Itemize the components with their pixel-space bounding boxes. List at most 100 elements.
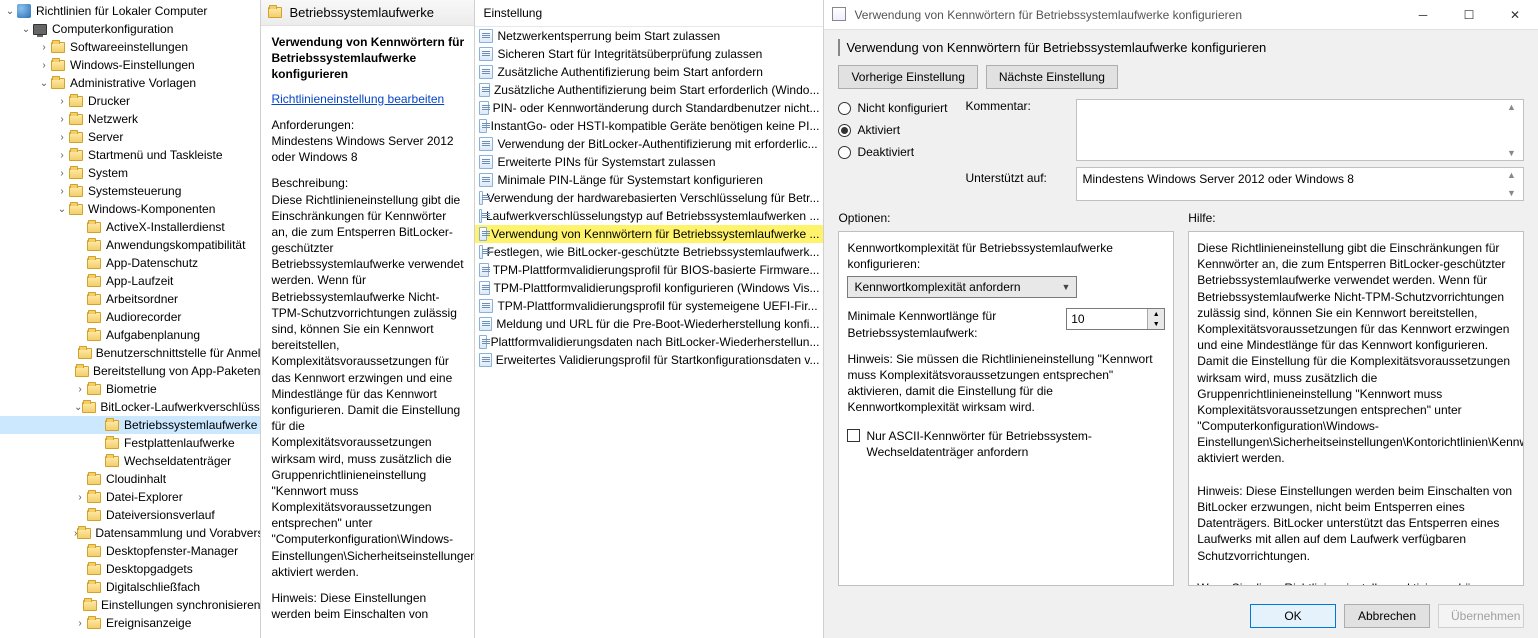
expand-icon[interactable]: › xyxy=(56,186,68,197)
scroll-up-icon[interactable]: ▲ xyxy=(1507,102,1521,112)
tree-item[interactable]: Dateiversionsverlauf xyxy=(0,506,260,524)
complexity-select[interactable]: Kennwortkomplexität anfordern ▼ xyxy=(847,276,1077,298)
tree-panel[interactable]: ⌄Richtlinien für Lokaler Computer⌄Comput… xyxy=(0,0,261,638)
spin-down-icon[interactable]: ▼ xyxy=(1148,319,1164,329)
tree-item[interactable]: App-Datenschutz xyxy=(0,254,260,272)
expand-icon[interactable]: › xyxy=(56,132,68,143)
minlen-field[interactable] xyxy=(1067,312,1147,326)
setting-item[interactable]: Festlegen, wie BitLocker-geschützte Betr… xyxy=(475,243,823,261)
radio-not-configured[interactable]: Nicht konfiguriert xyxy=(838,101,947,115)
tree-item[interactable]: Desktopfenster-Manager xyxy=(0,542,260,560)
expand-icon[interactable]: › xyxy=(38,60,50,71)
ascii-checkbox[interactable] xyxy=(847,429,860,442)
tree-item[interactable]: Wechseldatenträger xyxy=(0,452,260,470)
tree-item[interactable]: Digitalschließfach xyxy=(0,578,260,596)
ok-button[interactable]: OK xyxy=(1250,604,1336,628)
setting-item[interactable]: Verwendung von Kennwörtern für Betriebss… xyxy=(475,225,823,243)
tree-item[interactable]: ›Drucker xyxy=(0,92,260,110)
tree-item[interactable]: Audiorecorder xyxy=(0,308,260,326)
edit-policy-link[interactable]: Richtlinieneinstellung bearbeiten xyxy=(271,91,444,107)
tree-item[interactable]: ›Systemsteuerung xyxy=(0,182,260,200)
titlebar[interactable]: Verwendung von Kennwörtern für Betriebss… xyxy=(824,0,1538,30)
setting-item[interactable]: TPM-Plattformvalidierungsprofil konfigur… xyxy=(475,279,823,297)
expand-icon[interactable]: › xyxy=(56,114,68,125)
help-box[interactable]: Diese Richtlinieneinstellung gibt die Ei… xyxy=(1188,231,1524,586)
setting-item[interactable]: Zusätzliche Authentifizierung beim Start… xyxy=(475,81,823,99)
tree-item[interactable]: Arbeitsordner xyxy=(0,290,260,308)
radio-disabled[interactable]: Deaktiviert xyxy=(838,145,947,159)
setting-item[interactable]: Zusätzliche Authentifizierung beim Start… xyxy=(475,63,823,81)
apply-button[interactable]: Übernehmen xyxy=(1438,604,1524,628)
setting-item[interactable]: Verwendung der hardwarebasierten Verschl… xyxy=(475,189,823,207)
expand-icon[interactable]: ⌄ xyxy=(4,6,16,17)
expand-icon[interactable]: › xyxy=(38,42,50,53)
tree-item[interactable]: Aufgabenplanung xyxy=(0,326,260,344)
expand-icon[interactable]: › xyxy=(74,492,86,503)
tree-item[interactable]: ›Windows-Einstellungen xyxy=(0,56,260,74)
setting-item[interactable]: PIN- oder Kennwortänderung durch Standar… xyxy=(475,99,823,117)
setting-item[interactable]: Verwendung der BitLocker-Authentifizieru… xyxy=(475,135,823,153)
tree-item[interactable]: ⌄Windows-Komponenten xyxy=(0,200,260,218)
setting-item[interactable]: Laufwerkverschlüsselungstyp auf Betriebs… xyxy=(475,207,823,225)
cancel-button[interactable]: Abbrechen xyxy=(1344,604,1430,628)
expand-icon[interactable]: › xyxy=(74,384,86,395)
expand-icon[interactable]: ⌄ xyxy=(38,78,50,89)
tree-item[interactable]: ›Server xyxy=(0,128,260,146)
minlen-input[interactable]: ▲ ▼ xyxy=(1066,308,1165,330)
tree-item[interactable]: ⌄Richtlinien für Lokaler Computer xyxy=(0,2,260,20)
next-setting-button[interactable]: Nächste Einstellung xyxy=(986,65,1118,89)
setting-item[interactable]: Meldung und URL für die Pre-Boot-Wiederh… xyxy=(475,315,823,333)
tree-item[interactable]: ›Datensammlung und Vorabvers xyxy=(0,524,260,542)
tree-item[interactable]: ›Ereignisanzeige xyxy=(0,614,260,632)
expand-icon[interactable]: ⌄ xyxy=(56,204,68,215)
scroll-down-icon[interactable]: ▼ xyxy=(1507,148,1521,158)
tree-item[interactable]: ›Startmenü und Taskleiste xyxy=(0,146,260,164)
tree-item[interactable]: Desktopgadgets xyxy=(0,560,260,578)
tree-item[interactable]: ActiveX-Installerdienst xyxy=(0,218,260,236)
setting-item[interactable]: Erweitertes Validierungsprofil für Start… xyxy=(475,351,823,369)
expand-icon[interactable]: ⌄ xyxy=(74,402,82,413)
tree-item[interactable]: Benutzerschnittstelle für Anmel xyxy=(0,344,260,362)
settings-list-header[interactable]: Einstellung xyxy=(475,0,823,27)
tree-item[interactable]: ›Netzwerk xyxy=(0,110,260,128)
folder-icon xyxy=(267,6,283,20)
minimize-button[interactable]: ─ xyxy=(1400,0,1446,30)
tree-item[interactable]: ›Biometrie xyxy=(0,380,260,398)
expand-icon[interactable]: ⌄ xyxy=(20,24,32,35)
expand-icon[interactable]: › xyxy=(74,618,86,629)
tree-item[interactable]: ⌄Computerkonfiguration xyxy=(0,20,260,38)
tree-item[interactable]: App-Laufzeit xyxy=(0,272,260,290)
tree-item[interactable]: ⌄Administrative Vorlagen xyxy=(0,74,260,92)
radio-enabled[interactable]: Aktiviert xyxy=(838,123,947,137)
expand-icon[interactable]: › xyxy=(56,150,68,161)
previous-setting-button[interactable]: Vorherige Einstellung xyxy=(838,65,977,89)
comment-textarea[interactable]: ▲▼ xyxy=(1076,99,1525,161)
tree-item[interactable]: Anwendungskompatibilität xyxy=(0,236,260,254)
maximize-button[interactable]: ☐ xyxy=(1446,0,1492,30)
tree-item[interactable]: ›System xyxy=(0,164,260,182)
setting-item[interactable]: Plattformvalidierungsdaten nach BitLocke… xyxy=(475,333,823,351)
close-button[interactable]: ✕ xyxy=(1492,0,1538,30)
expand-icon[interactable]: › xyxy=(56,168,68,179)
setting-item[interactable]: Sicheren Start für Integritätsüberprüfun… xyxy=(475,45,823,63)
tree-item[interactable]: Betriebssystemlaufwerke xyxy=(0,416,260,434)
ascii-checkbox-row[interactable]: Nur ASCII-Kennwörter für Betriebssystem-… xyxy=(847,428,1165,460)
tree-item[interactable]: Cloudinhalt xyxy=(0,470,260,488)
setting-item[interactable]: TPM-Plattformvalidierungsprofil für syst… xyxy=(475,297,823,315)
setting-item[interactable]: Netzwerkentsperrung beim Start zulassen xyxy=(475,27,823,45)
tree-item[interactable]: Bereitstellung von App-Paketen xyxy=(0,362,260,380)
expand-icon[interactable]: › xyxy=(56,96,68,107)
tree-item[interactable]: ⌄BitLocker-Laufwerkverschlüssel xyxy=(0,398,260,416)
tree-item[interactable]: Festplattenlaufwerke xyxy=(0,434,260,452)
spin-up-icon[interactable]: ▲ xyxy=(1148,309,1164,319)
setting-item[interactable]: Erweiterte PINs für Systemstart zulassen xyxy=(475,153,823,171)
scroll-down-icon[interactable]: ▼ xyxy=(1507,188,1521,198)
setting-item[interactable]: InstantGo- oder HSTI-kompatible Geräte b… xyxy=(475,117,823,135)
tree-item[interactable]: ›Softwareeinstellungen xyxy=(0,38,260,56)
setting-item[interactable]: TPM-Plattformvalidierungsprofil für BIOS… xyxy=(475,261,823,279)
setting-item[interactable]: Minimale PIN-Länge für Systemstart konfi… xyxy=(475,171,823,189)
tree-item[interactable]: Einstellungen synchronisieren xyxy=(0,596,260,614)
tree-item[interactable]: ›Datei-Explorer xyxy=(0,488,260,506)
setting-icon xyxy=(479,29,493,43)
scroll-up-icon[interactable]: ▲ xyxy=(1507,170,1521,180)
